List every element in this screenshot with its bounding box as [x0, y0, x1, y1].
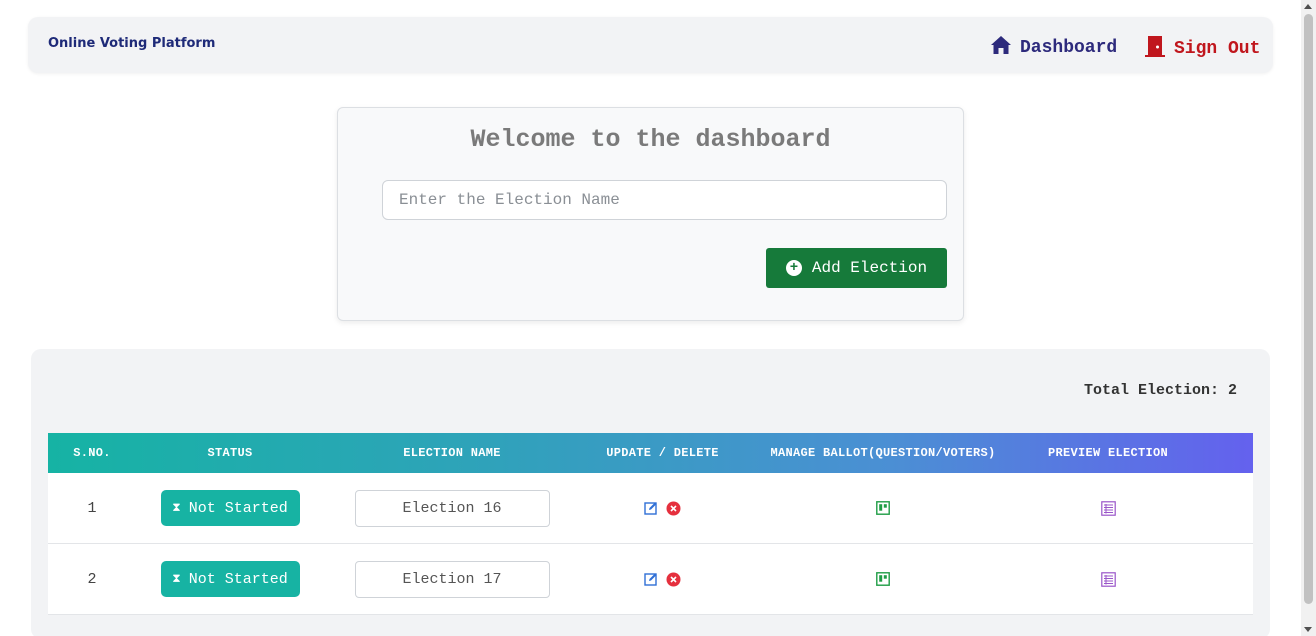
nav-dashboard-link[interactable]: Dashboard: [990, 34, 1117, 62]
status-badge[interactable]: ⧗ Not Started: [160, 490, 300, 526]
row-sno: 2: [87, 570, 97, 588]
scroll-up-icon[interactable]: [1304, 4, 1312, 9]
column-header-sno: S.NO.: [73, 446, 111, 460]
edit-icon[interactable]: [644, 501, 658, 515]
column-header-manage-ballot: MANAGE BALLOT(QUESTION/VOTERS): [770, 446, 996, 460]
election-name-input[interactable]: [382, 180, 947, 220]
column-header-election-name: ELECTION NAME: [403, 446, 501, 460]
brand-title[interactable]: Online Voting Platform: [48, 36, 215, 51]
welcome-title: Welcome to the dashboard: [470, 125, 831, 154]
elections-table: S.NO. STATUS ELECTION NAME UPDATE / DELE…: [48, 433, 1253, 615]
hourglass-icon: ⧗: [172, 572, 181, 586]
column-header-status: STATUS: [207, 446, 253, 460]
preview-icon[interactable]: [1100, 571, 1116, 587]
table-header: S.NO. STATUS ELECTION NAME UPDATE / DELE…: [48, 433, 1253, 473]
scroll-down-icon[interactable]: [1304, 627, 1312, 632]
page-scrollbar[interactable]: [1301, 0, 1316, 636]
delete-icon[interactable]: [666, 501, 681, 516]
add-election-button[interactable]: + Add Election: [766, 248, 947, 288]
table-row: 1 ⧗ Not Started Election 16: [48, 473, 1253, 544]
row-sno: 1: [87, 499, 97, 517]
ballot-icon[interactable]: [876, 572, 890, 586]
add-election-label: Add Election: [811, 259, 928, 277]
elections-panel: Total Election: 2 S.NO. STATUS ELECTION …: [31, 349, 1270, 636]
plus-circle-icon: +: [785, 260, 802, 276]
status-label: Not Started: [188, 499, 288, 517]
election-name-field[interactable]: Election 16: [354, 489, 550, 527]
scroll-thumb[interactable]: [1304, 14, 1313, 604]
column-header-preview: PREVIEW ELECTION: [1047, 446, 1169, 460]
navbar: Online Voting Platform Dashboard Sign Ou…: [28, 17, 1273, 73]
hourglass-icon: ⧗: [172, 501, 181, 515]
election-name-field[interactable]: Election 17: [354, 560, 550, 598]
nav-dashboard-label: Dashboard: [1020, 38, 1118, 58]
status-label: Not Started: [188, 570, 288, 588]
delete-icon[interactable]: [666, 572, 681, 587]
door-icon: [1144, 34, 1166, 64]
status-badge[interactable]: ⧗ Not Started: [160, 561, 300, 597]
welcome-card: Welcome to the dashboard + Add Election: [337, 107, 964, 321]
edit-icon[interactable]: [644, 572, 658, 586]
column-header-update-delete: UPDATE / DELETE: [606, 446, 719, 460]
ballot-icon[interactable]: [876, 501, 890, 515]
nav-signout-label: Sign Out: [1174, 39, 1261, 59]
home-icon: [990, 34, 1012, 62]
table-row: 2 ⧗ Not Started Election 17: [48, 544, 1253, 615]
preview-icon[interactable]: [1100, 500, 1116, 516]
total-elections: Total Election: 2: [1083, 382, 1237, 399]
nav-signout-link[interactable]: Sign Out: [1144, 34, 1260, 64]
